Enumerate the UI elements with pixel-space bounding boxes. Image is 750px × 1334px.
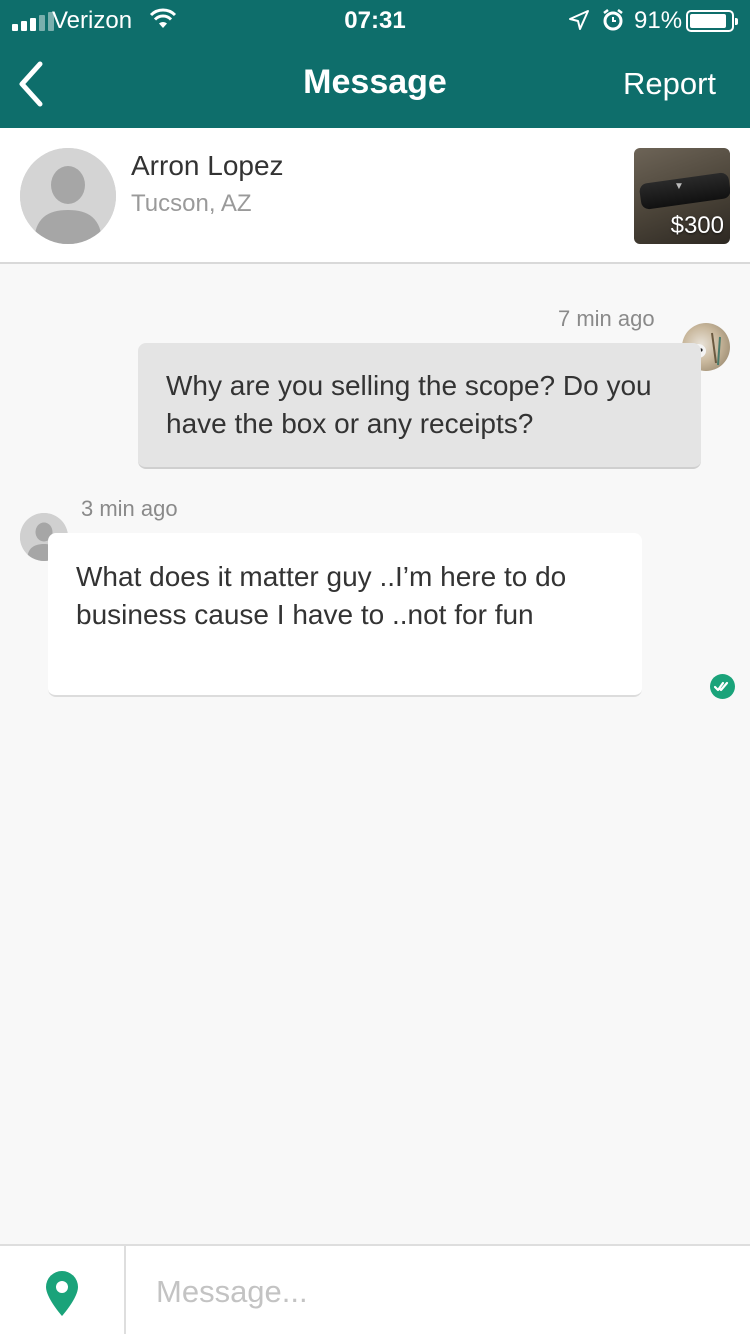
contact-location: Tucson, AZ bbox=[131, 190, 252, 217]
listing-price: $300 bbox=[670, 212, 724, 239]
map-pin-icon bbox=[46, 1271, 78, 1316]
user-placeholder-icon bbox=[20, 148, 116, 244]
top-bar: Verizon 07:31 91% Message Report bbox=[0, 0, 750, 128]
chevron-left-icon bbox=[19, 61, 43, 107]
back-button[interactable] bbox=[10, 56, 54, 112]
rifle-scope-image bbox=[638, 171, 730, 211]
signal-strength-icon bbox=[12, 12, 54, 31]
incoming-message-bubble[interactable]: What does it matter guy ..I’m here to do… bbox=[48, 533, 642, 697]
battery-percent: 91% bbox=[634, 7, 683, 34]
carrier-name: Verizon bbox=[52, 7, 133, 34]
contact-name: Arron Lopez bbox=[131, 150, 284, 181]
message-timestamp: 3 min ago bbox=[81, 496, 178, 521]
read-receipt-icon bbox=[710, 674, 735, 699]
battery-icon bbox=[686, 10, 738, 32]
status-bar: Verizon 07:31 91% bbox=[0, 0, 750, 40]
wifi-icon bbox=[149, 8, 177, 28]
message-timestamp: 7 min ago bbox=[558, 306, 655, 331]
contact-header[interactable]: Arron Lopez Tucson, AZ ▼ $300 bbox=[0, 128, 750, 264]
composer-divider bbox=[124, 1246, 126, 1334]
location-arrow-icon bbox=[569, 10, 589, 30]
message-input[interactable] bbox=[156, 1268, 726, 1316]
contact-avatar[interactable] bbox=[20, 148, 116, 244]
report-button[interactable]: Report bbox=[623, 66, 716, 102]
listing-thumbnail[interactable]: ▼ $300 bbox=[634, 148, 730, 244]
battery-level-fill bbox=[690, 14, 727, 28]
alarm-clock-icon bbox=[603, 9, 623, 31]
share-location-button[interactable] bbox=[42, 1270, 82, 1318]
outgoing-message-bubble[interactable]: Why are you selling the scope? Do you ha… bbox=[138, 343, 701, 469]
brand-logo-icon: ▼ bbox=[674, 181, 684, 192]
message-composer bbox=[0, 1244, 750, 1334]
